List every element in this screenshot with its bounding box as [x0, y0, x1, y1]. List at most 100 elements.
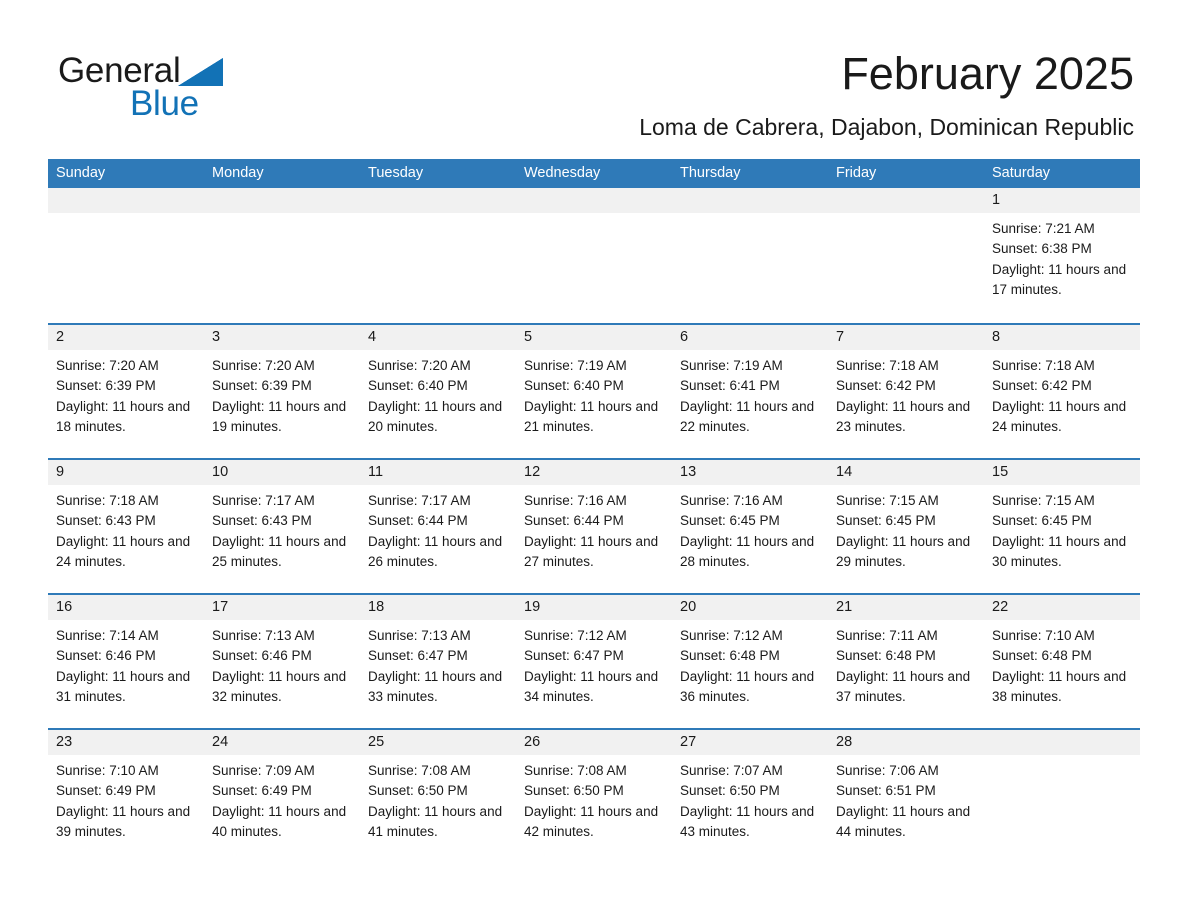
day-number-band: 7: [828, 325, 984, 350]
calendar-day-cell[interactable]: 18 Sunrise: 7:13 AM Sunset: 6:47 PM Dayligh…: [360, 595, 516, 728]
sunset-text: Sunset: 6:45 PM: [992, 513, 1092, 529]
calendar-day-cell[interactable]: 17 Sunrise: 7:13 AM Sunset: 6:46 PM Dayligh…: [204, 595, 360, 728]
daylight-text: Daylight: 11 hours and 41 minutes.: [368, 803, 503, 839]
calendar-cell-empty: [48, 188, 204, 323]
day-number-band: 3: [204, 325, 360, 350]
day-number: 19: [524, 599, 541, 615]
sunrise-text: Sunrise: 7:18 AM: [992, 358, 1095, 373]
sunset-text: Sunset: 6:49 PM: [56, 783, 156, 799]
day-details: Sunrise: 7:12 AM Sunset: 6:47 PM Daylight:…: [516, 620, 672, 707]
calendar-day-cell[interactable]: 19 Sunrise: 7:12 AM Sunset: 6:47 PM Dayligh…: [516, 595, 672, 728]
calendar-day-cell[interactable]: 5 Sunrise: 7:19 AM Sunset: 6:40 PM Daylight…: [516, 325, 672, 458]
calendar-day-cell[interactable]: 4 Sunrise: 7:20 AM Sunset: 6:40 PM Daylight…: [360, 325, 516, 458]
sunset-text: Sunset: 6:47 PM: [368, 648, 468, 664]
day-details: Sunrise: 7:15 AM Sunset: 6:45 PM Daylight:…: [984, 485, 1140, 572]
calendar-day-cell[interactable]: 16 Sunrise: 7:14 AM Sunset: 6:46 PM Dayligh…: [48, 595, 204, 728]
calendar-cell-empty: [516, 188, 672, 323]
daylight-text: Daylight: 11 hours and 28 minutes.: [680, 533, 815, 569]
calendar-day-cell[interactable]: 2 Sunrise: 7:20 AM Sunset: 6:39 PM Daylight…: [48, 325, 204, 458]
calendar-cell-empty: [672, 188, 828, 323]
calendar-day-cell[interactable]: 7 Sunrise: 7:18 AM Sunset: 6:42 PM Daylight…: [828, 325, 984, 458]
sunset-text: Sunset: 6:39 PM: [212, 378, 312, 394]
day-number-band: 10: [204, 460, 360, 485]
sunset-text: Sunset: 6:48 PM: [992, 648, 1092, 664]
calendar-day-cell[interactable]: 12 Sunrise: 7:16 AM Sunset: 6:44 PM Dayligh…: [516, 460, 672, 593]
sunset-text: Sunset: 6:42 PM: [836, 378, 936, 394]
day-number-band: [360, 188, 516, 213]
calendar-day-cell[interactable]: 14 Sunrise: 7:15 AM Sunset: 6:45 PM Dayligh…: [828, 460, 984, 593]
calendar-day-cell[interactable]: 26 Sunrise: 7:08 AM Sunset: 6:50 PM Dayligh…: [516, 730, 672, 863]
calendar-day-cell[interactable]: 15 Sunrise: 7:15 AM Sunset: 6:45 PM Dayligh…: [984, 460, 1140, 593]
calendar-day-cell[interactable]: 13 Sunrise: 7:16 AM Sunset: 6:45 PM Dayligh…: [672, 460, 828, 593]
daylight-text: Daylight: 11 hours and 37 minutes.: [836, 668, 971, 704]
calendar-day-cell[interactable]: 11 Sunrise: 7:17 AM Sunset: 6:44 PM Dayligh…: [360, 460, 516, 593]
calendar-cell-empty: [360, 188, 516, 323]
sunset-text: Sunset: 6:46 PM: [56, 648, 156, 664]
sunrise-text: Sunrise: 7:20 AM: [368, 358, 471, 373]
calendar-day-cell[interactable]: 28 Sunrise: 7:06 AM Sunset: 6:51 PM Dayligh…: [828, 730, 984, 863]
daylight-text: Daylight: 11 hours and 24 minutes.: [56, 533, 191, 569]
day-number-band: 8: [984, 325, 1140, 350]
daylight-text: Daylight: 11 hours and 36 minutes.: [680, 668, 815, 704]
calendar-page: General Blue February 2025 Loma de Cabre…: [0, 0, 1188, 918]
day-number-band: 20: [672, 595, 828, 620]
day-number-band: [204, 188, 360, 213]
day-number-band: 26: [516, 730, 672, 755]
calendar-day-cell[interactable]: 6 Sunrise: 7:19 AM Sunset: 6:41 PM Daylight…: [672, 325, 828, 458]
calendar-day-cell[interactable]: 1 Sunrise: 7:21 AM Sunset: 6:38 PM Daylight…: [984, 188, 1140, 323]
day-number-band: 13: [672, 460, 828, 485]
day-number-band: [48, 188, 204, 213]
day-number: 13: [680, 464, 697, 480]
calendar-week-row: 16 Sunrise: 7:14 AM Sunset: 6:46 PM Dayligh…: [48, 593, 1140, 728]
day-number-band: 28: [828, 730, 984, 755]
sunset-text: Sunset: 6:44 PM: [524, 513, 624, 529]
day-number-band: 27: [672, 730, 828, 755]
calendar-day-cell[interactable]: 20 Sunrise: 7:12 AM Sunset: 6:48 PM Dayligh…: [672, 595, 828, 728]
calendar-day-cell[interactable]: 10 Sunrise: 7:17 AM Sunset: 6:43 PM Dayligh…: [204, 460, 360, 593]
calendar-day-cell[interactable]: 25 Sunrise: 7:08 AM Sunset: 6:50 PM Dayligh…: [360, 730, 516, 863]
calendar-day-cell[interactable]: 24 Sunrise: 7:09 AM Sunset: 6:49 PM Dayligh…: [204, 730, 360, 863]
sunset-text: Sunset: 6:40 PM: [368, 378, 468, 394]
day-number: 4: [368, 329, 377, 345]
day-number: 23: [56, 734, 73, 750]
calendar-week-row: 1 Sunrise: 7:21 AM Sunset: 6:38 PM Daylight…: [48, 188, 1140, 323]
day-number: 7: [836, 329, 845, 345]
calendar-day-cell[interactable]: 21 Sunrise: 7:11 AM Sunset: 6:48 PM Dayligh…: [828, 595, 984, 728]
sunrise-text: Sunrise: 7:16 AM: [680, 493, 783, 508]
weekday-header-sunday: Sunday: [56, 165, 106, 181]
day-number: 5: [524, 329, 533, 345]
calendar-cell-empty: [204, 188, 360, 323]
daylight-text: Daylight: 11 hours and 31 minutes.: [56, 668, 191, 704]
sunrise-text: Sunrise: 7:12 AM: [680, 628, 783, 643]
sunset-text: Sunset: 6:43 PM: [56, 513, 156, 529]
daylight-text: Daylight: 11 hours and 42 minutes.: [524, 803, 659, 839]
sunrise-text: Sunrise: 7:15 AM: [992, 493, 1095, 508]
calendar-day-cell[interactable]: 3 Sunrise: 7:20 AM Sunset: 6:39 PM Daylight…: [204, 325, 360, 458]
daylight-text: Daylight: 11 hours and 33 minutes.: [368, 668, 503, 704]
calendar-weeks: 1 Sunrise: 7:21 AM Sunset: 6:38 PM Daylight…: [48, 188, 1140, 863]
daylight-text: Daylight: 11 hours and 27 minutes.: [524, 533, 659, 569]
calendar-day-cell[interactable]: 27 Sunrise: 7:07 AM Sunset: 6:50 PM Dayligh…: [672, 730, 828, 863]
sunset-text: Sunset: 6:41 PM: [680, 378, 780, 394]
sunrise-text: Sunrise: 7:09 AM: [212, 763, 315, 778]
day-details: Sunrise: 7:06 AM Sunset: 6:51 PM Daylight:…: [828, 755, 984, 842]
sunset-text: Sunset: 6:51 PM: [836, 783, 936, 799]
calendar-day-cell[interactable]: 22 Sunrise: 7:10 AM Sunset: 6:48 PM Dayligh…: [984, 595, 1140, 728]
calendar-week-row: 2 Sunrise: 7:20 AM Sunset: 6:39 PM Daylight…: [48, 323, 1140, 458]
day-number-band: 2: [48, 325, 204, 350]
day-details: Sunrise: 7:08 AM Sunset: 6:50 PM Daylight:…: [516, 755, 672, 842]
calendar-day-cell[interactable]: 8 Sunrise: 7:18 AM Sunset: 6:42 PM Daylight…: [984, 325, 1140, 458]
calendar-week-row: 9 Sunrise: 7:18 AM Sunset: 6:43 PM Daylight…: [48, 458, 1140, 593]
day-details: Sunrise: 7:18 AM Sunset: 6:42 PM Daylight:…: [984, 350, 1140, 437]
day-number: 9: [56, 464, 65, 480]
day-number-band: [984, 730, 1140, 755]
calendar-day-cell[interactable]: 9 Sunrise: 7:18 AM Sunset: 6:43 PM Daylight…: [48, 460, 204, 593]
sunrise-text: Sunrise: 7:20 AM: [212, 358, 315, 373]
calendar-day-cell[interactable]: 23 Sunrise: 7:10 AM Sunset: 6:49 PM Dayligh…: [48, 730, 204, 863]
sunset-text: Sunset: 6:47 PM: [524, 648, 624, 664]
day-number-band: 24: [204, 730, 360, 755]
sunrise-text: Sunrise: 7:13 AM: [368, 628, 471, 643]
day-number: 21: [836, 599, 853, 615]
day-number: 17: [212, 599, 229, 615]
daylight-text: Daylight: 11 hours and 29 minutes.: [836, 533, 971, 569]
